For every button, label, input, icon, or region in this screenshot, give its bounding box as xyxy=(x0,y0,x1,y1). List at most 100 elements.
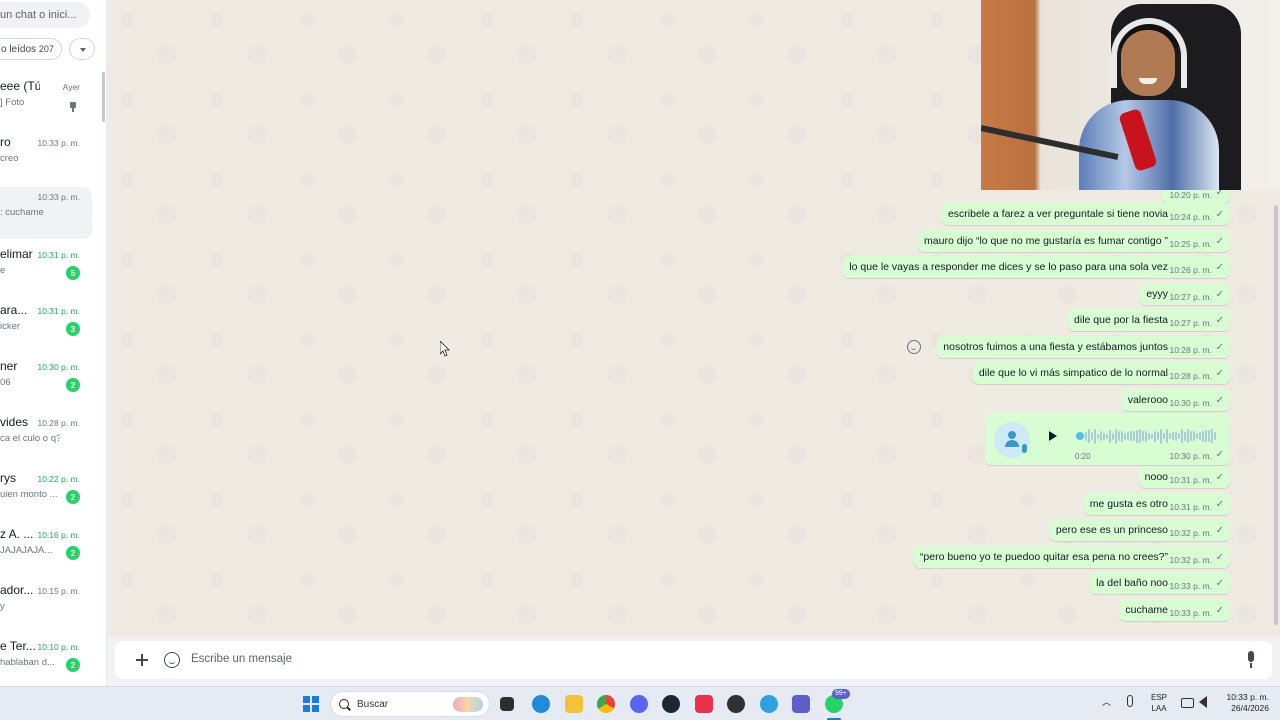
emoji-sticker-icon[interactable] xyxy=(164,652,180,668)
voice-progress-handle[interactable] xyxy=(1076,432,1084,440)
teams-icon[interactable] xyxy=(792,695,810,713)
chat-preview: e xyxy=(0,265,6,276)
chat-list-item[interactable]: z A. ... JAJAJAJA... 10:16 p. m. 2 xyxy=(0,525,92,577)
file-explorer-icon[interactable] xyxy=(565,695,583,713)
sidebar-scrollbar[interactable] xyxy=(102,72,105,122)
filter-dropdown-chevron-icon[interactable] xyxy=(69,38,95,60)
waveform-bar xyxy=(1190,431,1192,441)
message-text: dile que por la fiesta xyxy=(1074,314,1168,326)
react-emoji-icon[interactable] xyxy=(907,340,921,354)
chat-preview: creo xyxy=(0,153,19,164)
capcut-icon[interactable] xyxy=(695,695,713,713)
chat-list-item[interactable]: : cuchame 10:33 p. m. xyxy=(0,187,92,239)
play-icon[interactable] xyxy=(1049,431,1057,441)
waveform-bar xyxy=(1202,430,1204,442)
taskbar-search-label: Buscar xyxy=(357,699,389,710)
message-text: la del baño noo xyxy=(1096,577,1168,589)
chat-list-item[interactable]: ador... y 10:15 p. m. xyxy=(0,581,92,633)
chat-preview: ] Foto xyxy=(0,97,25,108)
unread-badge: 2 xyxy=(66,546,80,560)
discord-icon[interactable] xyxy=(630,695,648,713)
waveform-bar xyxy=(1088,429,1090,443)
outgoing-message[interactable]: “pero bueno yo te puedoo quitar esa pena… xyxy=(913,546,1230,568)
waveform-bar xyxy=(1214,432,1216,440)
outgoing-message[interactable]: cuchame 10:33 p. m. ✓ xyxy=(1119,599,1230,621)
chat-time: 10:33 p. m. xyxy=(37,192,80,202)
outgoing-message[interactable]: me gusta es otro 10:31 p. m. ✓ xyxy=(1083,493,1230,515)
system-clock[interactable]: 10:33 p. m. 26/4/2026 xyxy=(1221,692,1269,714)
attach-plus-icon[interactable] xyxy=(135,653,149,667)
outgoing-message[interactable]: nooo 10:31 p. m. ✓ xyxy=(1138,466,1230,488)
chat-time: 10:28 p. m. xyxy=(37,418,80,428)
waveform-bar xyxy=(1172,432,1174,440)
voice-duration: 0:20 xyxy=(1075,452,1091,461)
voice-message[interactable]: 0:20 10:30 p. m. ✓ xyxy=(985,413,1230,465)
waveform-bar xyxy=(1181,429,1183,443)
taskbar-search-box[interactable]: Buscar xyxy=(330,691,490,717)
outgoing-message[interactable]: eyyy 10:27 p. m. ✓ xyxy=(1140,283,1230,305)
chat-list-item[interactable]: ara... icker 10:31 p. m. 3 xyxy=(0,301,92,353)
conversation-scrollbar[interactable] xyxy=(1274,205,1278,625)
edge-icon[interactable] xyxy=(532,695,550,713)
sent-check-icon: ✓ xyxy=(1215,499,1224,510)
volume-icon[interactable] xyxy=(1199,696,1207,708)
waveform-bar xyxy=(1124,432,1126,440)
chat-list-item[interactable]: ro creo 10:33 p. m. xyxy=(0,133,92,185)
outgoing-message[interactable]: lo que le vayas a responder me dices y s… xyxy=(843,256,1230,278)
language-indicator[interactable]: ESP LAA xyxy=(1151,692,1167,714)
pin-icon xyxy=(69,102,77,112)
chat-time: 10:33 p. m. xyxy=(37,138,80,148)
chat-list-item[interactable]: elimar e 10:31 p. m. 5 xyxy=(0,245,92,297)
tray-chevron-up-icon[interactable]: ︿ xyxy=(1102,695,1111,708)
waveform-bar xyxy=(1184,431,1186,441)
outgoing-message[interactable]: escribele a farez a ver preguntale si ti… xyxy=(941,203,1230,225)
outgoing-message[interactable]: pero ese es un princeso 10:32 p. m. ✓ xyxy=(1049,519,1230,541)
chat-list-item[interactable]: rys uien monto ... 10:22 p. m. 2 xyxy=(0,469,92,521)
chat-time: 10:15 p. m. xyxy=(37,586,80,596)
telegram-icon[interactable] xyxy=(760,695,778,713)
steam-icon[interactable] xyxy=(662,695,680,713)
waveform-bar xyxy=(1169,433,1171,439)
chat-time: 10:16 p. m. xyxy=(37,530,80,540)
message-time: 10:25 p. m. xyxy=(1169,239,1212,249)
chat-list-item[interactable]: ner 06 10:30 p. m. 2 xyxy=(0,357,92,409)
sent-check-icon: ✓ xyxy=(1215,472,1224,483)
voice-record-mic-icon[interactable] xyxy=(1244,651,1258,669)
chat-search-input[interactable]: un chat o inici... xyxy=(0,2,90,28)
message-text: cuchame xyxy=(1125,604,1168,616)
sent-check-icon: ✓ xyxy=(1215,578,1224,589)
chat-list-item[interactable]: eee (Tú)] Foto Ayer xyxy=(0,77,92,129)
outgoing-message[interactable]: nosotros fuimos a una fiesta y estábamos… xyxy=(937,336,1230,358)
task-view-icon[interactable] xyxy=(500,697,514,711)
sent-check-icon: ✓ xyxy=(1215,315,1224,326)
waveform-bar xyxy=(1205,430,1207,442)
outgoing-message[interactable]: la del baño noo 10:33 p. m. ✓ xyxy=(1090,572,1230,594)
outgoing-message[interactable]: valerooo 10:30 p. m. ✓ xyxy=(1121,389,1230,411)
outgoing-message[interactable]: dile que lo vi más simpatico de lo norma… xyxy=(972,362,1230,384)
message-input[interactable]: Escribe un mensaje xyxy=(191,653,292,665)
chat-preview: 06 xyxy=(0,377,11,388)
message-time: 10:27 p. m. xyxy=(1169,292,1212,302)
windows-start-icon[interactable] xyxy=(303,696,319,712)
chat-preview: icker xyxy=(0,321,21,332)
outgoing-message[interactable]: mauro dijo “lo que no me gustaría es fum… xyxy=(918,230,1230,252)
unread-filter-count: 207 xyxy=(38,44,54,54)
chrome-icon[interactable] xyxy=(597,695,615,713)
chat-name: z A. ... xyxy=(0,527,34,541)
network-icon[interactable] xyxy=(1181,698,1194,708)
chat-time: 10:22 p. m. xyxy=(37,474,80,484)
voice-waveform[interactable] xyxy=(1085,426,1217,446)
unread-badge: 5 xyxy=(66,266,80,280)
chat-list-item[interactable]: vides ca el culo o q? 10:28 p. m. xyxy=(0,413,92,465)
message-text: dile que lo vi más simpatico de lo norma… xyxy=(978,367,1168,379)
waveform-bar xyxy=(1136,429,1138,443)
chat-list-item[interactable]: e Ter... hablaban d... 10:10 p. m. 2 xyxy=(0,637,92,686)
chat-time: 10:30 p. m. xyxy=(37,362,80,372)
outgoing-message[interactable]: dile que por la fiesta 10:27 p. m. ✓ xyxy=(1068,309,1230,331)
unread-filter-chip[interactable]: o leídos 207 xyxy=(0,38,62,60)
tray-mic-icon[interactable] xyxy=(1127,695,1133,707)
obs-icon[interactable] xyxy=(727,695,745,713)
sent-check-icon: ✓ xyxy=(1215,209,1224,220)
message-time: 10:28 p. m. xyxy=(1169,371,1212,381)
message-time: 10:28 p. m. xyxy=(1169,345,1212,355)
